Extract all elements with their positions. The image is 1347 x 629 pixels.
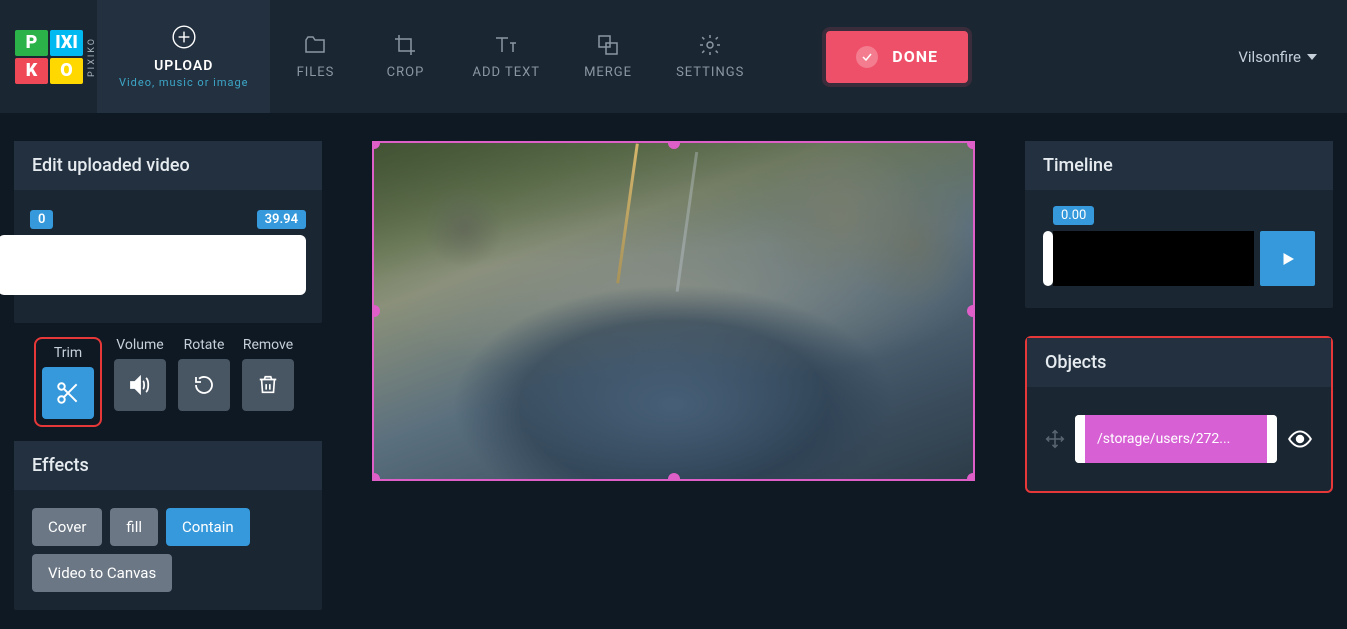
crop-icon	[393, 33, 417, 57]
user-menu[interactable]: Vilsonfire	[1238, 48, 1317, 66]
main-nav: UPLOAD Video, music or image FILES CROP …	[97, 0, 766, 113]
timeline-panel: Timeline 0.00	[1025, 141, 1333, 308]
nav-merge[interactable]: MERGE	[562, 0, 654, 113]
merge-icon	[596, 33, 620, 57]
trim-label: Trim	[54, 345, 82, 361]
tool-trim: Trim	[42, 345, 94, 419]
remove-label: Remove	[243, 337, 293, 353]
range-start-badge: 0	[30, 210, 53, 229]
logo[interactable]: P IXI K O PIXIKO	[15, 30, 97, 84]
app-header: P IXI K O PIXIKO UPLOAD Video, music or …	[0, 0, 1347, 113]
logo-text: PIXIKO	[87, 37, 97, 77]
effect-video-to-canvas[interactable]: Video to Canvas	[32, 554, 172, 592]
objects-panel: Objects /storage/users/272...	[1025, 336, 1333, 493]
volume-label: Volume	[116, 337, 163, 353]
trim-slider[interactable]: 0 39.94	[14, 190, 322, 323]
move-icon[interactable]	[1045, 429, 1065, 449]
tool-volume: Volume	[114, 337, 166, 427]
selection-handle[interactable]	[372, 141, 380, 149]
done-label: DONE	[892, 47, 938, 66]
nav-addtext[interactable]: ADD TEXT	[450, 0, 562, 113]
remove-button[interactable]	[242, 359, 294, 411]
user-name: Vilsonfire	[1238, 48, 1301, 66]
object-handle-right[interactable]	[1267, 415, 1277, 463]
trim-button[interactable]	[42, 367, 94, 419]
selection-handle[interactable]	[668, 473, 680, 481]
play-button[interactable]	[1260, 231, 1315, 286]
main-area: Edit uploaded video 0 39.94 Trim	[0, 113, 1347, 629]
plus-circle-icon	[171, 24, 197, 50]
tool-remove: Remove	[242, 337, 294, 427]
rotate-button[interactable]	[178, 359, 230, 411]
volume-button[interactable]	[114, 359, 166, 411]
nav-upload-sub: Video, music or image	[119, 76, 248, 89]
nav-settings-label: SETTINGS	[676, 65, 744, 80]
nav-merge-label: MERGE	[584, 65, 632, 80]
nav-upload[interactable]: UPLOAD Video, music or image	[97, 0, 270, 113]
range-end-badge: 39.94	[257, 210, 306, 229]
trash-icon	[257, 374, 279, 396]
timeline-playhead[interactable]	[1043, 231, 1053, 286]
trim-highlight: Trim	[34, 337, 102, 427]
range-track[interactable]	[35, 235, 301, 295]
left-column: Edit uploaded video 0 39.94 Trim	[14, 141, 322, 629]
visibility-toggle[interactable]	[1287, 426, 1313, 452]
objects-title: Objects	[1027, 338, 1331, 387]
effects-title: Effects	[14, 441, 322, 490]
timeline-row[interactable]	[1043, 231, 1315, 286]
nav-upload-label: UPLOAD	[154, 58, 213, 74]
right-column: Timeline 0.00 Objects	[1025, 141, 1333, 629]
effect-contain[interactable]: Contain	[166, 508, 250, 546]
rotate-label: Rotate	[184, 337, 225, 353]
object-item[interactable]: /storage/users/272...	[1075, 415, 1277, 463]
folder-icon	[303, 33, 327, 57]
effect-cover[interactable]: Cover	[32, 508, 102, 546]
selection-handle[interactable]	[372, 305, 380, 317]
object-label: /storage/users/272...	[1085, 415, 1267, 463]
selection-handle[interactable]	[967, 473, 975, 481]
scissors-icon	[55, 380, 81, 406]
tools-row: Trim Volume Rotate	[14, 337, 322, 427]
gear-icon	[698, 33, 722, 57]
video-canvas[interactable]	[372, 141, 975, 481]
nav-addtext-label: ADD TEXT	[472, 65, 540, 80]
timeline-time: 0.00	[1053, 206, 1094, 225]
play-icon	[1279, 250, 1297, 268]
caret-down-icon	[1307, 52, 1317, 62]
range-handle-right[interactable]	[0, 235, 306, 295]
timeline-clip[interactable]	[1053, 231, 1254, 286]
effect-fill[interactable]: fill	[110, 508, 158, 546]
selection-handle[interactable]	[668, 141, 680, 149]
selection-handle[interactable]	[967, 141, 975, 149]
nav-files[interactable]: FILES	[270, 0, 360, 113]
nav-crop-label: CROP	[387, 65, 425, 80]
timeline-title: Timeline	[1025, 141, 1333, 190]
edit-video-panel: Edit uploaded video 0 39.94	[14, 141, 322, 323]
rotate-icon	[192, 373, 216, 397]
tool-rotate: Rotate	[178, 337, 230, 427]
nav-crop[interactable]: CROP	[360, 0, 450, 113]
volume-icon	[128, 373, 152, 397]
effects-panel: Effects Cover fill Contain Video to Canv…	[14, 441, 322, 610]
nav-settings[interactable]: SETTINGS	[654, 0, 766, 113]
done-button[interactable]: DONE	[826, 31, 968, 83]
selection-handle[interactable]	[967, 305, 975, 317]
selection-handle[interactable]	[372, 473, 380, 481]
object-handle-left[interactable]	[1075, 415, 1085, 463]
edit-video-title: Edit uploaded video	[14, 141, 322, 190]
check-icon	[856, 46, 878, 68]
canvas-area	[338, 141, 1009, 629]
nav-files-label: FILES	[297, 65, 335, 80]
text-icon	[493, 33, 519, 57]
